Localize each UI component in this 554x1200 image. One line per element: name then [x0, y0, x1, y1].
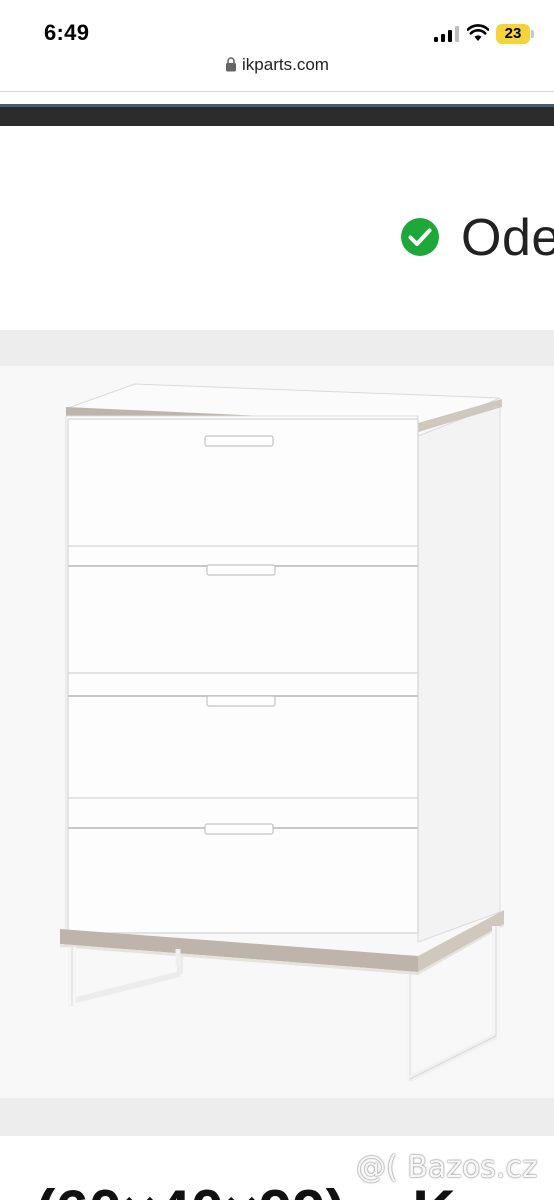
site-header-accent: [0, 104, 554, 107]
address-bar[interactable]: ikparts.com: [0, 55, 554, 85]
clock: 6:49: [44, 20, 90, 45]
browser-divider: [0, 91, 554, 92]
url-text: ikparts.com: [242, 55, 329, 74]
product-image-area[interactable]: [0, 366, 554, 1098]
checkmark-circle-icon: [401, 218, 439, 256]
battery-icon: 23: [496, 24, 530, 44]
watermark: @( Bazos.cz: [356, 1150, 538, 1185]
status-bar: 6:49 23: [0, 0, 554, 50]
signal-icon: [434, 26, 459, 42]
wifi-icon: [467, 24, 489, 41]
availability-text: Ode: [461, 209, 554, 267]
image-bottom-band: [0, 1098, 554, 1136]
image-top-band: [0, 330, 554, 366]
battery-cap: [531, 30, 534, 38]
site-header-bar: [0, 104, 554, 126]
lock-icon: [226, 57, 237, 72]
product-image[interactable]: [0, 366, 554, 1098]
